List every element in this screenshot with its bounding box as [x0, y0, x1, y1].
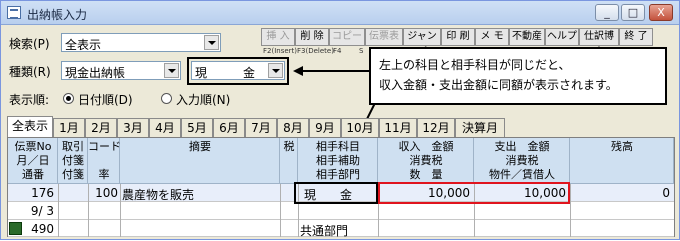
cell-date[interactable]: 9/ 3	[12, 204, 54, 218]
tab-month-1[interactable]: 1月	[53, 118, 85, 137]
header-expense-tax: 消費税	[505, 154, 539, 167]
ledger-grid: 伝票No 月／日 通番 取引 付箋 付箋 コード 率 摘要 税 相手科目 相手補…	[7, 137, 675, 239]
callout-note: 左上の科目と相手科目が同じだと、 収入金額・支出金額に同額が表示されます。	[369, 47, 667, 105]
header-quantity: 数 量	[409, 168, 443, 181]
cell-voucher-no[interactable]: 176	[12, 186, 54, 200]
tab-month-10[interactable]: 10月	[341, 118, 379, 137]
column-divider	[88, 184, 89, 237]
column-divider	[280, 184, 281, 237]
tab-closing-month[interactable]: 決算月	[455, 118, 505, 137]
column-divider	[570, 184, 571, 237]
header-tag2: 付箋	[62, 168, 84, 181]
header-tax: 税	[283, 140, 295, 153]
header-rate: 率	[98, 168, 110, 181]
order-input-label: 入力順(N)	[176, 93, 231, 107]
app-window: 出納帳入力 _ □ X 挿 入 削 除 コピー 伝票表示 ジャンプ 印 刷 メ …	[0, 0, 680, 240]
callout-line1: 左上の科目と相手科目が同じだと、	[379, 58, 571, 72]
order-date-label: 日付順(D)	[78, 93, 133, 107]
tab-month-6[interactable]: 6月	[213, 118, 245, 137]
column-divider	[58, 184, 59, 237]
header-date: 月／日	[16, 154, 50, 167]
tab-month-3[interactable]: 3月	[117, 118, 149, 137]
tab-month-11[interactable]: 11月	[379, 118, 417, 137]
tab-month-7[interactable]: 7月	[245, 118, 277, 137]
tab-month-12[interactable]: 12月	[417, 118, 455, 137]
tab-month-8[interactable]: 8月	[277, 118, 309, 137]
header-voucher-no: 伝票No	[14, 140, 52, 153]
order-date-radio[interactable]	[63, 93, 74, 104]
tab-month-9[interactable]: 9月	[309, 118, 341, 137]
header-balance: 残高	[611, 140, 633, 153]
cell-balance[interactable]: 0	[572, 186, 670, 200]
header-counter-account: 相手科目	[316, 140, 360, 153]
order-label: 表示順:	[9, 93, 50, 107]
cell-description[interactable]: 農産物を販売	[122, 186, 194, 203]
header-property: 物件／賃借人	[489, 168, 555, 181]
amount-highlight-box	[378, 182, 570, 204]
header-tag1: 付箋	[62, 154, 84, 167]
header-code: コード	[88, 140, 121, 153]
tab-all[interactable]: 全表示	[7, 116, 53, 137]
header-counter-sub: 相手補助	[316, 154, 360, 167]
header-serial: 通番	[22, 168, 44, 181]
header-income-tax: 消費税	[409, 154, 443, 167]
header-expense: 支出 金額	[494, 140, 550, 153]
tab-month-4[interactable]: 4月	[149, 118, 181, 137]
cell-code[interactable]: 100	[90, 186, 118, 200]
table-row[interactable]	[8, 202, 674, 220]
header-transaction: 取引	[62, 140, 84, 153]
column-divider	[120, 184, 121, 237]
counter-highlight-box	[294, 182, 378, 204]
tab-month-5[interactable]: 5月	[181, 118, 213, 137]
callout-line2: 収入金額・支出金額に同額が表示されます。	[379, 78, 618, 92]
cell-serial[interactable]: 490	[12, 222, 54, 236]
cell-counter-dept[interactable]: 共通部門	[300, 222, 348, 239]
order-input-radio[interactable]	[161, 93, 172, 104]
header-counter-dept: 相手部門	[316, 168, 360, 181]
tab-month-2[interactable]: 2月	[85, 118, 117, 137]
header-description: 摘要	[189, 140, 211, 153]
header-income: 収入 金額	[398, 140, 454, 153]
